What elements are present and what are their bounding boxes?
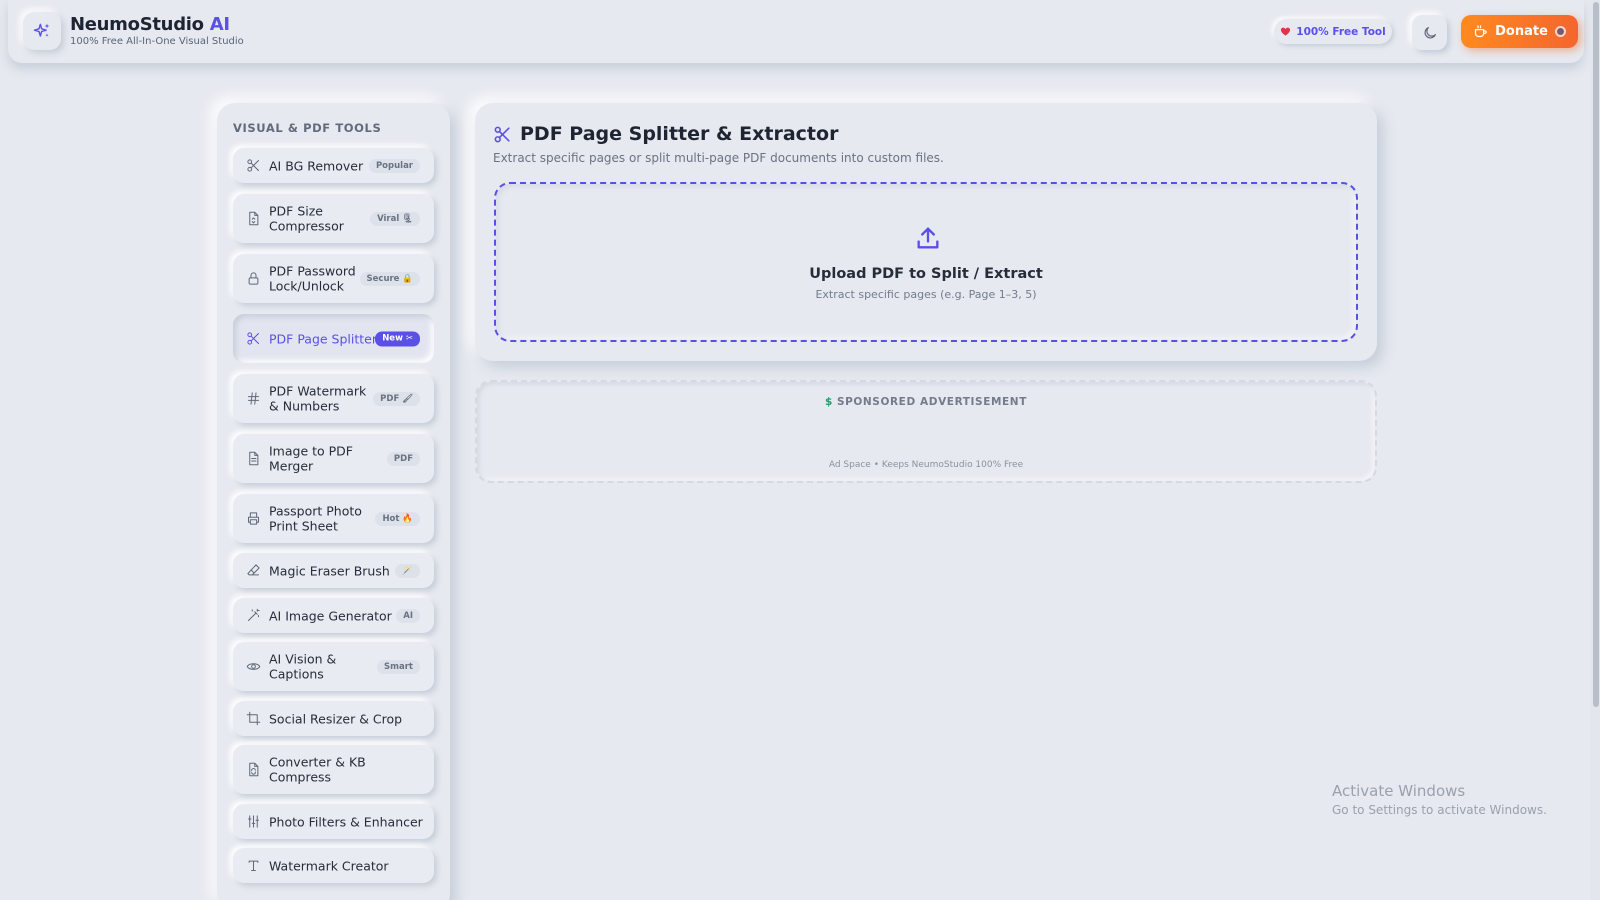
sidebar-item-badge: Smart [377, 659, 420, 674]
sponsored-ad-slot: $ SPONSORED ADVERTISEMENT Ad Space • Keep… [475, 380, 1377, 483]
sidebar-item-ai-vision[interactable]: AI Vision & Captions Smart [233, 642, 434, 691]
sidebar-item-image-to-pdf[interactable]: Image to PDF Merger PDF [233, 434, 434, 483]
sidebar-item-label: Social Resizer & Crop [269, 710, 403, 726]
document-icon [245, 451, 261, 467]
tool-panel: PDF Page Splitter & Extractor Extract sp… [475, 103, 1377, 361]
app-header: NeumoStudio AI 100% Free All-In-One Visu… [8, 0, 1584, 63]
os-watermark-line1: Activate Windows [1332, 782, 1466, 800]
sidebar-item-label: AI BG Remover [269, 157, 364, 173]
sidebar-item-label: PDF Watermark & Numbers [269, 383, 367, 414]
sidebar-item-badge: Secure 🔒 [359, 271, 420, 286]
eye-icon [245, 659, 261, 675]
sidebar-item-label: AI Vision & Captions [269, 651, 337, 682]
donate-button[interactable]: Donate [1461, 15, 1578, 48]
ad-footer: Ad Space • Keeps NeumoStudio 100% Free [828, 460, 1024, 470]
text-icon [245, 858, 261, 874]
hash-icon [245, 391, 261, 407]
sidebar-item-label: Passport Photo Print Sheet [269, 503, 362, 534]
dollar-icon: $ [825, 396, 833, 408]
upload-hint: Extract specific pages (e.g. Page 1–3, 5… [815, 288, 1037, 301]
magic-wand-icon [245, 608, 261, 624]
coffee-icon [1474, 25, 1487, 38]
scissors-icon [245, 331, 261, 347]
sidebar-item-badge: Popular [368, 158, 420, 173]
donate-emoji-icon [1554, 26, 1566, 37]
page-scrollbar-thumb[interactable] [1593, 2, 1599, 707]
sidebar-item-badge: Hot 🔥 [375, 511, 420, 526]
sidebar-item-passport-photo[interactable]: Passport Photo Print Sheet Hot 🔥 [233, 494, 434, 543]
logo-badge[interactable] [23, 12, 61, 50]
sidebar-item-badge: Viral 🗜 [370, 211, 420, 226]
scissors-icon [245, 158, 261, 174]
sidebar-item-label: Photo Filters & Enhancer [269, 813, 423, 829]
sidebar-item-badge: AI [396, 608, 420, 623]
crop-icon [245, 711, 261, 727]
convert-icon [245, 762, 261, 778]
upload-icon [917, 227, 939, 249]
sliders-icon [245, 814, 261, 830]
brand-subtitle: 100% Free All-In-One Visual Studio [70, 36, 244, 47]
ad-label-text: SPONSORED ADVERTISEMENT [836, 396, 1027, 408]
sidebar-item-social-resizer[interactable]: Social Resizer & Crop [233, 701, 434, 736]
brand-name-text: NeumoStudio [70, 14, 204, 35]
eraser-icon [245, 563, 261, 579]
sidebar-item-label: PDF Page Splitter [269, 330, 378, 346]
ad-label: $ SPONSORED ADVERTISEMENT [477, 396, 1375, 408]
page-subtitle: Extract specific pages or split multi-pa… [493, 151, 944, 165]
moon-icon [1424, 26, 1436, 38]
file-compress-icon [245, 211, 261, 227]
lock-icon [245, 271, 261, 287]
sidebar-item-pdf-size-compressor[interactable]: PDF Size Compressor Viral 🗜 [233, 194, 434, 243]
sidebar-item-photo-filters[interactable]: Photo Filters & Enhancer [233, 804, 434, 839]
page-title-text: PDF Page Splitter & Extractor [520, 123, 839, 145]
os-watermark-line2: Go to Settings to activate Windows. [1332, 803, 1547, 817]
free-tool-badge: 100% Free Tool [1274, 19, 1392, 44]
sidebar-item-ai-image-generator[interactable]: AI Image Generator AI [233, 598, 434, 633]
sidebar-item-label: PDF Size Compressor [269, 203, 344, 234]
sidebar-item-pdf-password[interactable]: PDF Password Lock/Unlock Secure 🔒 [233, 254, 434, 303]
tools-sidebar: VISUAL & PDF TOOLS AI BG Remover Popular… [217, 103, 450, 900]
sidebar-item-ai-bg-remover[interactable]: AI BG Remover Popular [233, 148, 434, 183]
sidebar-item-pdf-watermark[interactable]: PDF Watermark & Numbers PDF 🖌 [233, 374, 434, 423]
brand-name: NeumoStudio AI [70, 14, 244, 35]
sidebar-title: VISUAL & PDF TOOLS [233, 121, 382, 135]
sparkles-icon [33, 23, 50, 37]
pdf-upload-dropzone[interactable]: Upload PDF to Split / Extract Extract sp… [494, 182, 1358, 342]
sidebar-item-watermark-creator[interactable]: Watermark Creator [233, 848, 434, 883]
scissors-icon [494, 126, 510, 142]
os-activation-watermark: Activate Windows Go to Settings to activ… [1332, 782, 1547, 817]
brand: NeumoStudio AI 100% Free All-In-One Visu… [70, 14, 244, 47]
sidebar-item-magic-eraser[interactable]: Magic Eraser Brush 🪄 [233, 553, 434, 588]
sidebar-item-badge: PDF [386, 451, 420, 466]
sidebar-item-label: Watermark Creator [269, 857, 389, 873]
sidebar-item-badge: 🪄 [395, 563, 420, 578]
upload-title: Upload PDF to Split / Extract [809, 266, 1043, 282]
donate-label: Donate [1495, 24, 1548, 39]
sidebar-item-badge: New ✂ [375, 331, 420, 346]
printer-icon [245, 511, 261, 527]
heart-icon [1281, 27, 1291, 36]
sidebar-item-label: Converter & KB Compress [269, 754, 366, 785]
theme-toggle-button[interactable] [1412, 15, 1447, 50]
page-title: PDF Page Splitter & Extractor [493, 123, 838, 145]
sidebar-item-label: Image to PDF Merger [269, 443, 353, 474]
free-tool-label: 100% Free Tool [1296, 25, 1386, 38]
sidebar-item-converter[interactable]: Converter & KB Compress [233, 745, 434, 794]
sidebar-item-badge: PDF 🖌 [373, 391, 420, 406]
sidebar-item-pdf-page-splitter[interactable]: PDF Page Splitter New ✂ [233, 314, 434, 363]
brand-accent: AI [209, 14, 230, 35]
